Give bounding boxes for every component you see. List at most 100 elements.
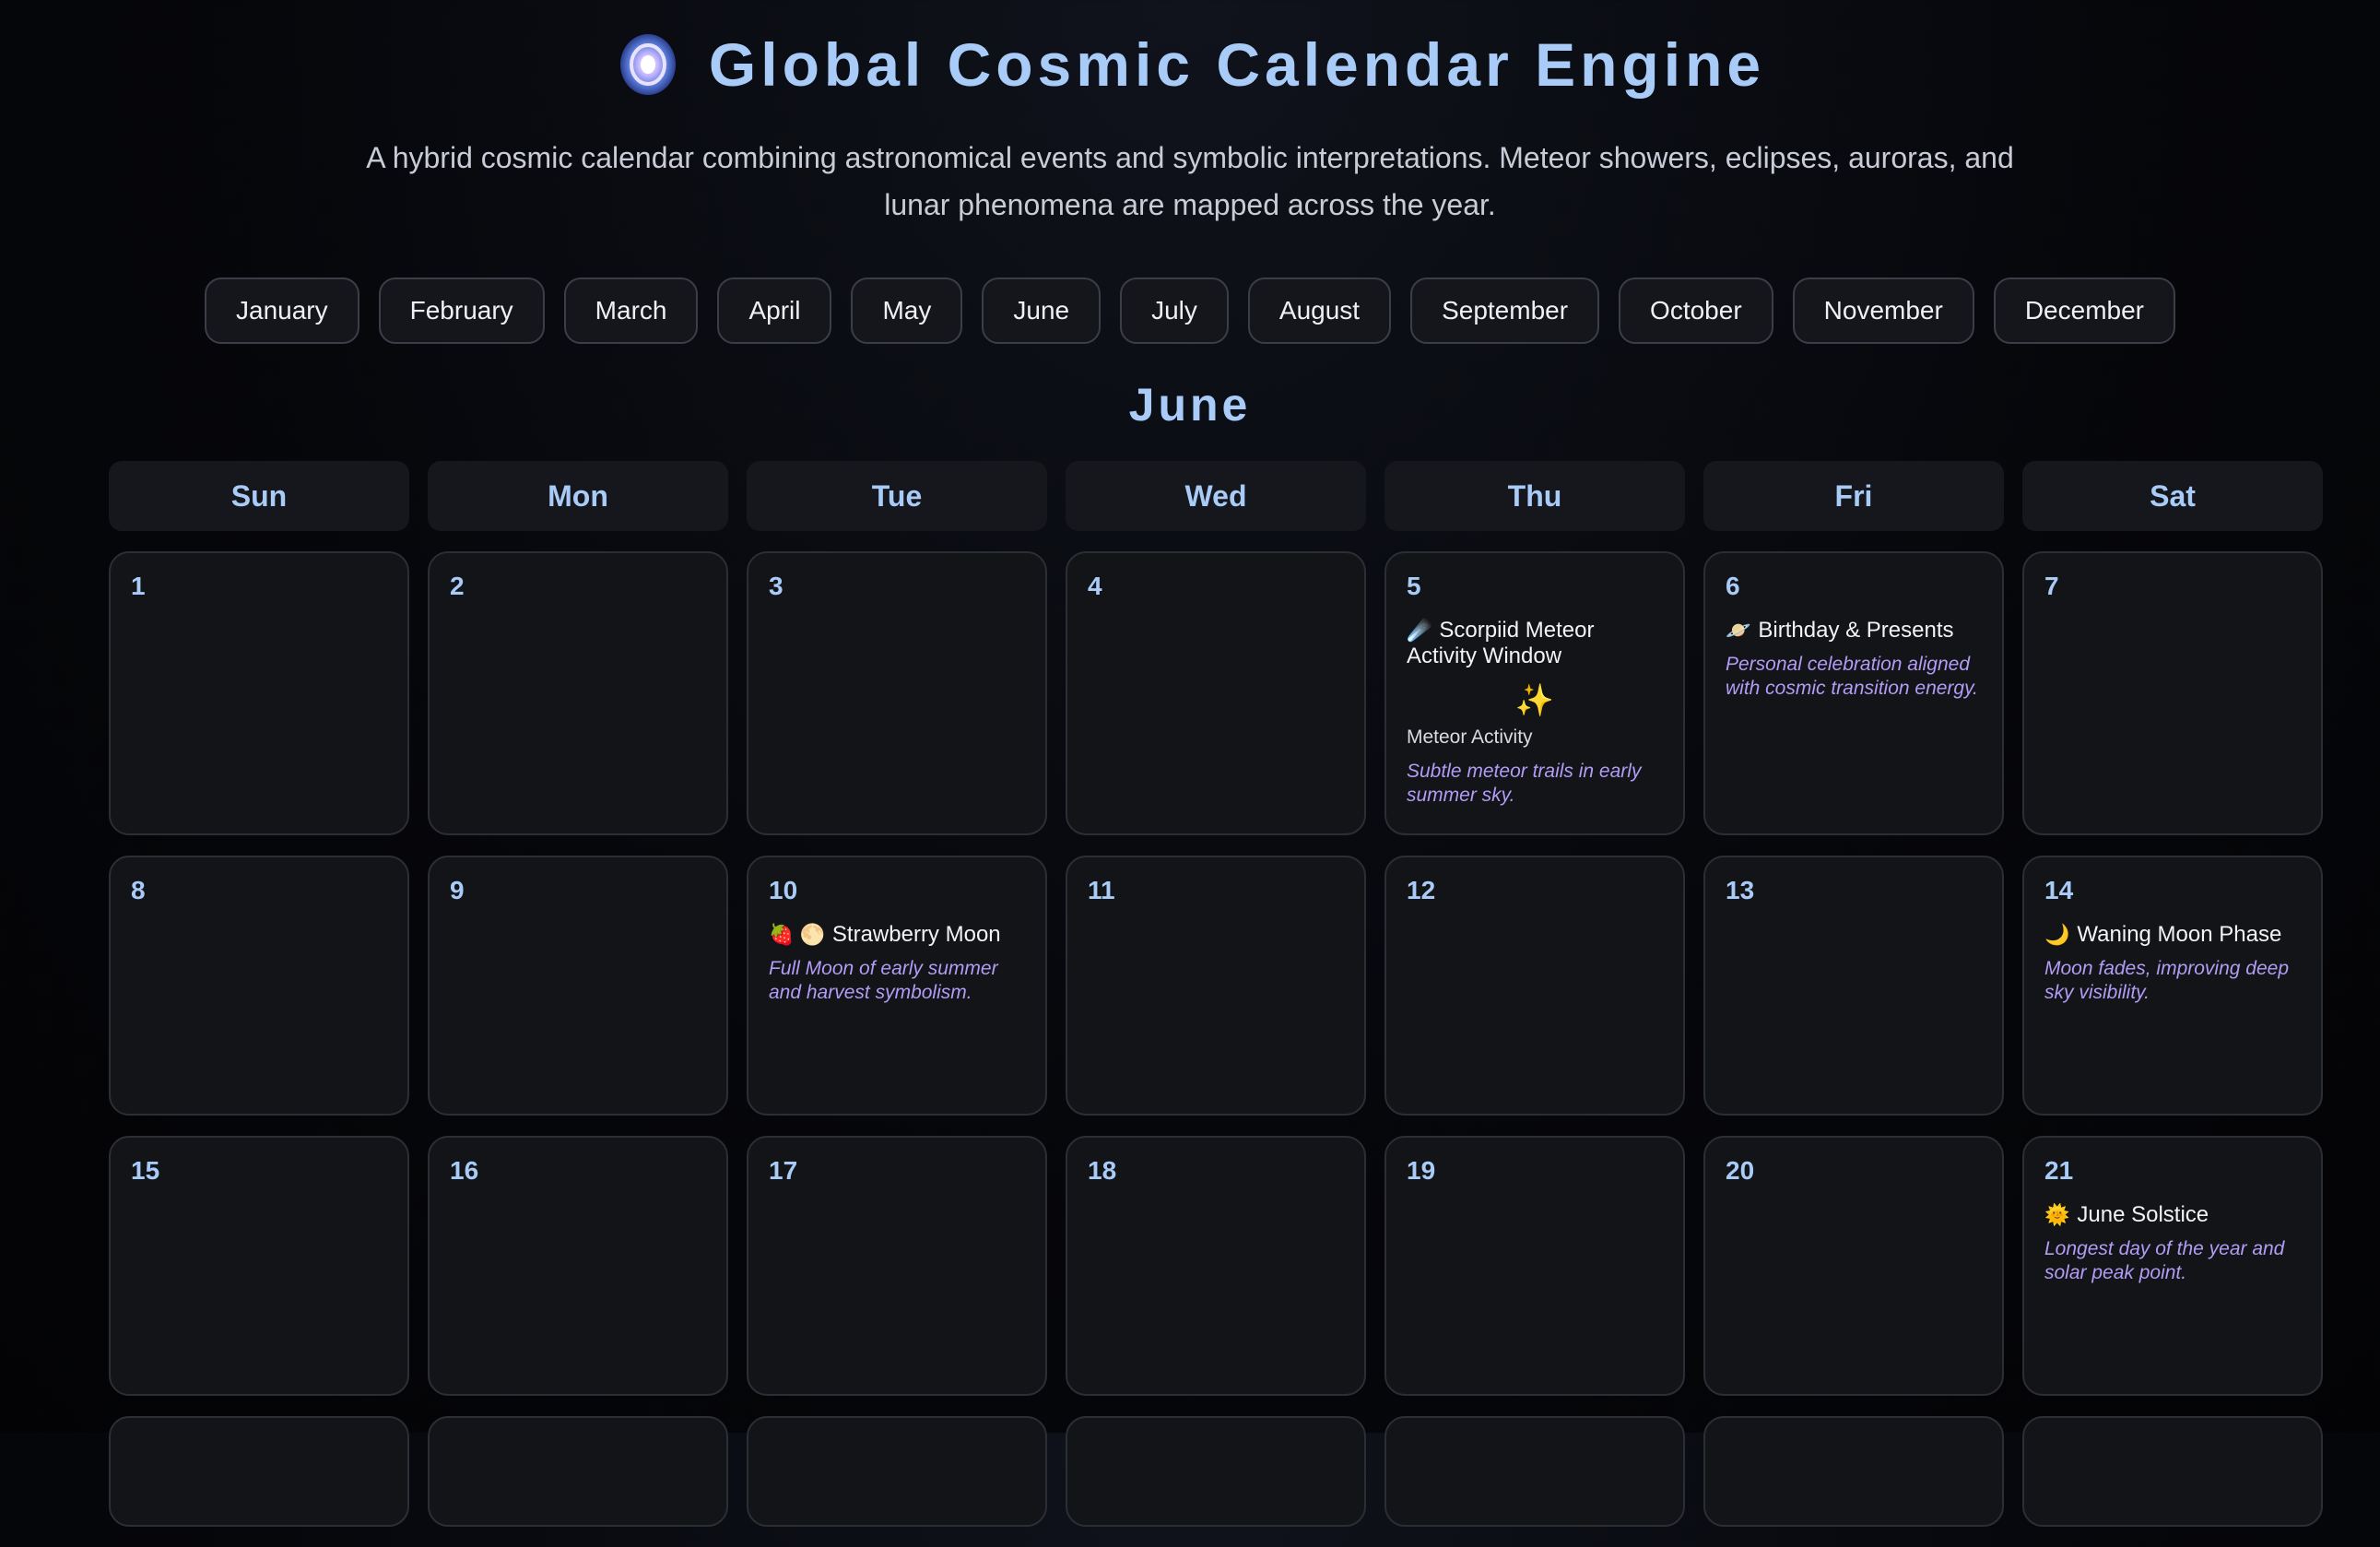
event-title-text: Waning Moon Phase bbox=[2077, 922, 2282, 947]
event-category-label: Meteor Activity bbox=[1407, 726, 1533, 748]
event-title[interactable]: ☄️ Scorpiid Meteor Activity Window bbox=[1407, 618, 1663, 669]
sun-icon: 🌞 bbox=[2044, 1203, 2070, 1226]
page-subtitle: A hybrid cosmic calendar combining astro… bbox=[366, 141, 2014, 221]
month-button-october[interactable]: October bbox=[1619, 278, 1773, 344]
day-number: 21 bbox=[2044, 1156, 2074, 1185]
month-button-november[interactable]: November bbox=[1792, 278, 1974, 344]
event-title-text: Scorpiid Meteor Activity Window bbox=[1407, 618, 1595, 668]
weekday-tue: Tue bbox=[747, 461, 1047, 531]
day-cell[interactable] bbox=[109, 1416, 409, 1527]
month-button-september[interactable]: September bbox=[1410, 278, 1600, 344]
day-number: 20 bbox=[1726, 1156, 1755, 1185]
day-number: 19 bbox=[1407, 1156, 1436, 1185]
week-row: 8 9 10 🍓 🌕 Strawberry Moon Full Moon of e… bbox=[109, 856, 2323, 1116]
day-number: 2 bbox=[450, 572, 465, 600]
day-number: 4 bbox=[1088, 572, 1102, 600]
day-cell[interactable]: 11 bbox=[1066, 856, 1366, 1116]
planet-icon: 🪐 bbox=[1726, 619, 1751, 642]
day-cell[interactable] bbox=[1066, 1416, 1366, 1527]
day-cell[interactable]: 12 bbox=[1384, 856, 1685, 1116]
calendar-page: Global Cosmic Calendar Engine A hybrid c… bbox=[0, 0, 2380, 1527]
month-button-march[interactable]: March bbox=[563, 278, 699, 344]
day-number: 9 bbox=[450, 876, 465, 904]
day-number: 12 bbox=[1407, 876, 1436, 904]
weekday-thu: Thu bbox=[1384, 461, 1685, 531]
month-button-february[interactable]: February bbox=[378, 278, 545, 344]
day-number: 18 bbox=[1088, 1156, 1117, 1185]
day-number: 13 bbox=[1726, 876, 1755, 904]
page-header: Global Cosmic Calendar Engine bbox=[0, 18, 2380, 111]
day-cell[interactable] bbox=[2022, 1416, 2323, 1527]
event-title[interactable]: 🌙 Waning Moon Phase bbox=[2044, 922, 2301, 948]
day-number: 7 bbox=[2044, 572, 2059, 600]
page-title: Global Cosmic Calendar Engine bbox=[708, 30, 1766, 99]
day-cell[interactable] bbox=[1384, 1416, 1685, 1527]
month-button-june[interactable]: June bbox=[982, 278, 1102, 344]
day-number: 8 bbox=[131, 876, 146, 904]
weekday-header-row: Sun Mon Tue Wed Thu Fri Sat bbox=[109, 461, 2323, 531]
week-row bbox=[109, 1416, 2323, 1527]
day-cell[interactable]: 6 🪐 Birthday & Presents Personal celebrat… bbox=[1703, 551, 2004, 835]
weekday-fri: Fri bbox=[1703, 461, 2004, 531]
event-title[interactable]: 🌞 June Solstice bbox=[2044, 1202, 2301, 1228]
day-cell[interactable]: 7 bbox=[2022, 551, 2323, 835]
event-description: Subtle meteor trails in early summer sky… bbox=[1407, 761, 1642, 806]
month-button-april[interactable]: April bbox=[717, 278, 832, 344]
day-cell[interactable]: 21 🌞 June Solstice Longest day of the yea… bbox=[2022, 1136, 2323, 1396]
day-number: 11 bbox=[1088, 876, 1115, 904]
galaxy-icon bbox=[615, 31, 681, 98]
day-cell[interactable]: 15 bbox=[109, 1136, 409, 1396]
day-cell[interactable]: 8 bbox=[109, 856, 409, 1116]
event-description: Full Moon of early summer and harvest sy… bbox=[769, 958, 998, 1003]
event-description: Personal celebration aligned with cosmic… bbox=[1726, 654, 1978, 699]
event-title[interactable]: 🪐 Birthday & Presents bbox=[1726, 618, 1982, 644]
event-title-text: Birthday & Presents bbox=[1758, 618, 1954, 643]
event-description: Moon fades, improving deep sky visibilit… bbox=[2044, 958, 2289, 1003]
week-row: 15 16 17 18 19 20 21 � bbox=[109, 1136, 2323, 1396]
calendar-grid: Sun Mon Tue Wed Thu Fri Sat 1 2 3 4 5 ☄️… bbox=[109, 461, 2323, 1547]
calendar-weeks: 1 2 3 4 5 ☄️ Scorpiid Meteor Activity Win… bbox=[109, 551, 2323, 1527]
day-number: 3 bbox=[769, 572, 784, 600]
day-cell[interactable]: 1 bbox=[109, 551, 409, 835]
day-cell[interactable]: 3 bbox=[747, 551, 1047, 835]
day-number: 6 bbox=[1726, 572, 1740, 600]
weekday-sat: Sat bbox=[2022, 461, 2323, 531]
day-number: 1 bbox=[131, 572, 146, 600]
day-cell[interactable]: 2 bbox=[428, 551, 728, 835]
day-number: 10 bbox=[769, 876, 798, 904]
strawberry-moon-icon: 🍓 🌕 bbox=[769, 923, 825, 946]
month-button-august[interactable]: August bbox=[1247, 278, 1392, 344]
day-cell[interactable]: 9 bbox=[428, 856, 728, 1116]
day-cell[interactable] bbox=[428, 1416, 728, 1527]
day-cell[interactable] bbox=[747, 1416, 1047, 1527]
day-cell[interactable]: 10 🍓 🌕 Strawberry Moon Full Moon of early… bbox=[747, 856, 1047, 1116]
month-button-may[interactable]: May bbox=[851, 278, 963, 344]
day-number: 5 bbox=[1407, 572, 1421, 600]
day-cell[interactable]: 14 🌙 Waning Moon Phase Moon fades, improv… bbox=[2022, 856, 2323, 1116]
weekday-mon: Mon bbox=[428, 461, 728, 531]
day-cell[interactable]: 17 bbox=[747, 1136, 1047, 1396]
event-description: Longest day of the year and solar peak p… bbox=[2044, 1238, 2285, 1283]
day-number: 15 bbox=[131, 1156, 160, 1185]
event-title-text: June Solstice bbox=[2077, 1202, 2209, 1227]
event-title-text: Strawberry Moon bbox=[831, 922, 1001, 947]
month-nav: January February March April May June Ju… bbox=[0, 278, 2380, 348]
month-button-december[interactable]: December bbox=[1993, 278, 2175, 344]
current-month-heading: June bbox=[1128, 379, 1252, 431]
day-cell[interactable]: 13 bbox=[1703, 856, 2004, 1116]
day-cell[interactable]: 4 bbox=[1066, 551, 1366, 835]
day-cell[interactable]: 20 bbox=[1703, 1136, 2004, 1396]
day-number: 14 bbox=[2044, 876, 2074, 904]
day-cell[interactable]: 16 bbox=[428, 1136, 728, 1396]
sparkle-icon: ✨ bbox=[1514, 683, 1555, 718]
day-cell[interactable]: 5 ☄️ Scorpiid Meteor Activity Window ✨ Me… bbox=[1384, 551, 1685, 835]
day-cell[interactable]: 19 bbox=[1384, 1136, 1685, 1396]
month-button-july[interactable]: July bbox=[1120, 278, 1229, 344]
day-cell[interactable]: 18 bbox=[1066, 1136, 1366, 1396]
day-number: 16 bbox=[450, 1156, 479, 1185]
day-cell[interactable] bbox=[1703, 1416, 2004, 1527]
week-row: 1 2 3 4 5 ☄️ Scorpiid Meteor Activity Win… bbox=[109, 551, 2323, 835]
crescent-moon-icon: 🌙 bbox=[2044, 923, 2070, 946]
event-title[interactable]: 🍓 🌕 Strawberry Moon bbox=[769, 922, 1025, 948]
month-button-january[interactable]: January bbox=[205, 278, 359, 344]
